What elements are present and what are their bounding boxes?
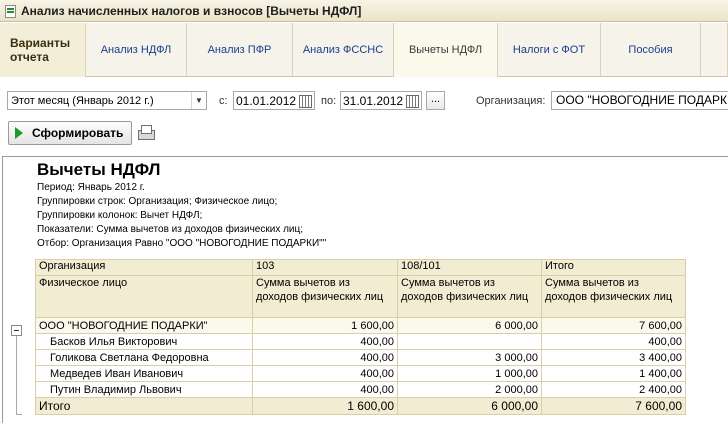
header-sum: Сумма вычетов из доходов физических лиц (252, 275, 398, 318)
header-organization: Организация (35, 259, 253, 276)
to-date-value: 31.01.2012 (343, 93, 404, 108)
calendar-icon[interactable] (405, 94, 419, 108)
value-cell[interactable]: 400,00 (252, 349, 398, 366)
value-cell[interactable]: 1 000,00 (397, 365, 542, 382)
chevron-down-icon[interactable]: ▼ (191, 92, 206, 109)
value-cell[interactable]: 2 400,00 (541, 381, 686, 398)
calendar-icon[interactable] (298, 94, 312, 108)
value-cell[interactable]: 400,00 (252, 381, 398, 398)
value-cell[interactable]: 1 600,00 (252, 317, 398, 334)
total-value[interactable]: 7 600,00 (541, 397, 686, 415)
person-cell[interactable]: Путин Владимир Львович (35, 381, 253, 398)
tab-payroll-taxes[interactable]: Налоги с ФОТ (498, 23, 601, 77)
report-app-icon (3, 4, 17, 18)
tab-benefits[interactable]: Пособия (601, 23, 701, 77)
period-choose-button[interactable]: ... (426, 91, 445, 110)
tree-guide-line (16, 414, 22, 415)
table-row[interactable]: Басков Илья Викторович 400,00 400,00 (35, 333, 686, 350)
organization-field[interactable]: ООО "НОВОГОДНИЕ ПОДАРКИ" (551, 91, 728, 110)
header-person: Физическое лицо (35, 275, 253, 318)
tab-more[interactable] (701, 23, 728, 77)
value-cell[interactable]: 3 000,00 (397, 349, 542, 366)
header-total: Итого (541, 259, 686, 276)
value-cell[interactable]: 6 000,00 (397, 317, 542, 334)
period-select[interactable]: Этот месяц (Январь 2012 г.) ▼ (7, 91, 207, 110)
tab-deductions-ndfl[interactable]: Вычеты НДФЛ (394, 23, 498, 77)
table-total-row[interactable]: Итого 1 600,00 6 000,00 7 600,00 (35, 397, 686, 415)
tab-analysis-pfr[interactable]: Анализ ПФР (187, 23, 293, 77)
total-value[interactable]: 1 600,00 (252, 397, 398, 415)
person-cell[interactable]: Медведев Иван Иванович (35, 365, 253, 382)
value-cell[interactable]: 400,00 (252, 365, 398, 382)
collapse-icon[interactable] (11, 325, 22, 336)
report-param-line: Группировки колонок: Вычет НДФЛ; (37, 210, 203, 221)
value-cell[interactable]: 7 600,00 (541, 317, 686, 334)
total-label: Итого (35, 397, 253, 415)
person-cell[interactable]: Голикова Светлана Федоровна (35, 349, 253, 366)
filter-bar: Этот месяц (Январь 2012 г.) ▼ с: 01.01.2… (0, 88, 728, 112)
report-title: Вычеты НДФЛ (37, 160, 161, 179)
header-sum: Сумма вычетов из доходов физических лиц (397, 275, 542, 318)
report-variant-tabs: Варианты отчета Анализ НДФЛ Анализ ПФР А… (0, 23, 728, 77)
table-row[interactable]: ООО "НОВОГОДНИЕ ПОДАРКИ" 1 600,00 6 000,… (35, 317, 686, 334)
value-cell[interactable]: 2 000,00 (397, 381, 542, 398)
value-cell[interactable]: 3 400,00 (541, 349, 686, 366)
table-row[interactable]: Путин Владимир Львович 400,00 2 000,00 2… (35, 381, 686, 398)
report-param-line: Период: Январь 2012 г. (37, 182, 145, 193)
total-value[interactable]: 6 000,00 (397, 397, 542, 415)
organization-label: Организация: (476, 95, 546, 107)
table-row[interactable]: Голикова Светлана Федоровна 400,00 3 000… (35, 349, 686, 366)
table-row[interactable]: Медведев Иван Иванович 400,00 1 000,00 1… (35, 365, 686, 382)
window-titlebar: Анализ начисленных налогов и взносов [Вы… (0, 0, 728, 22)
report-param-line: Показатели: Сумма вычетов из доходов физ… (37, 224, 304, 235)
print-settings-icon[interactable] (137, 125, 155, 141)
to-label: по: (321, 95, 337, 107)
play-icon (15, 127, 23, 139)
from-label: с: (219, 95, 228, 107)
window-title: Анализ начисленных налогов и взносов [Вы… (21, 3, 362, 18)
generate-report-button[interactable]: Сформировать (8, 121, 132, 145)
value-cell[interactable]: 400,00 (541, 333, 686, 350)
generate-report-label: Сформировать (32, 126, 124, 140)
value-cell[interactable]: 400,00 (252, 333, 398, 350)
period-select-value: Этот месяц (Январь 2012 г.) (11, 94, 154, 107)
tab-report-variants[interactable]: Варианты отчета (0, 23, 86, 77)
person-cell[interactable]: Басков Илья Викторович (35, 333, 253, 350)
tab-analysis-ndfl[interactable]: Анализ НДФЛ (86, 23, 187, 77)
report-table: Организация 103 108/101 Итого Физическое… (35, 259, 686, 415)
header-103: 103 (252, 259, 398, 276)
header-sum: Сумма вычетов из доходов физических лиц (541, 275, 686, 318)
value-cell[interactable] (397, 333, 542, 350)
report-param-line: Отбор: Организация Равно "ООО "НОВОГОДНИ… (37, 238, 327, 249)
to-date-field[interactable]: 31.01.2012 (340, 91, 422, 110)
header-108-101: 108/101 (397, 259, 542, 276)
report-area: Вычеты НДФЛ Период: Январь 2012 г. Групп… (2, 156, 728, 423)
tree-guide-line (16, 328, 17, 414)
from-date-field[interactable]: 01.01.2012 (233, 91, 315, 110)
tab-analysis-fssns[interactable]: Анализ ФССНС (293, 23, 394, 77)
from-date-value: 01.01.2012 (236, 93, 297, 108)
org-cell[interactable]: ООО "НОВОГОДНИЕ ПОДАРКИ" (35, 317, 253, 334)
report-param-line: Группировки строк: Организация; Физическ… (37, 196, 278, 207)
value-cell[interactable]: 1 400,00 (541, 365, 686, 382)
